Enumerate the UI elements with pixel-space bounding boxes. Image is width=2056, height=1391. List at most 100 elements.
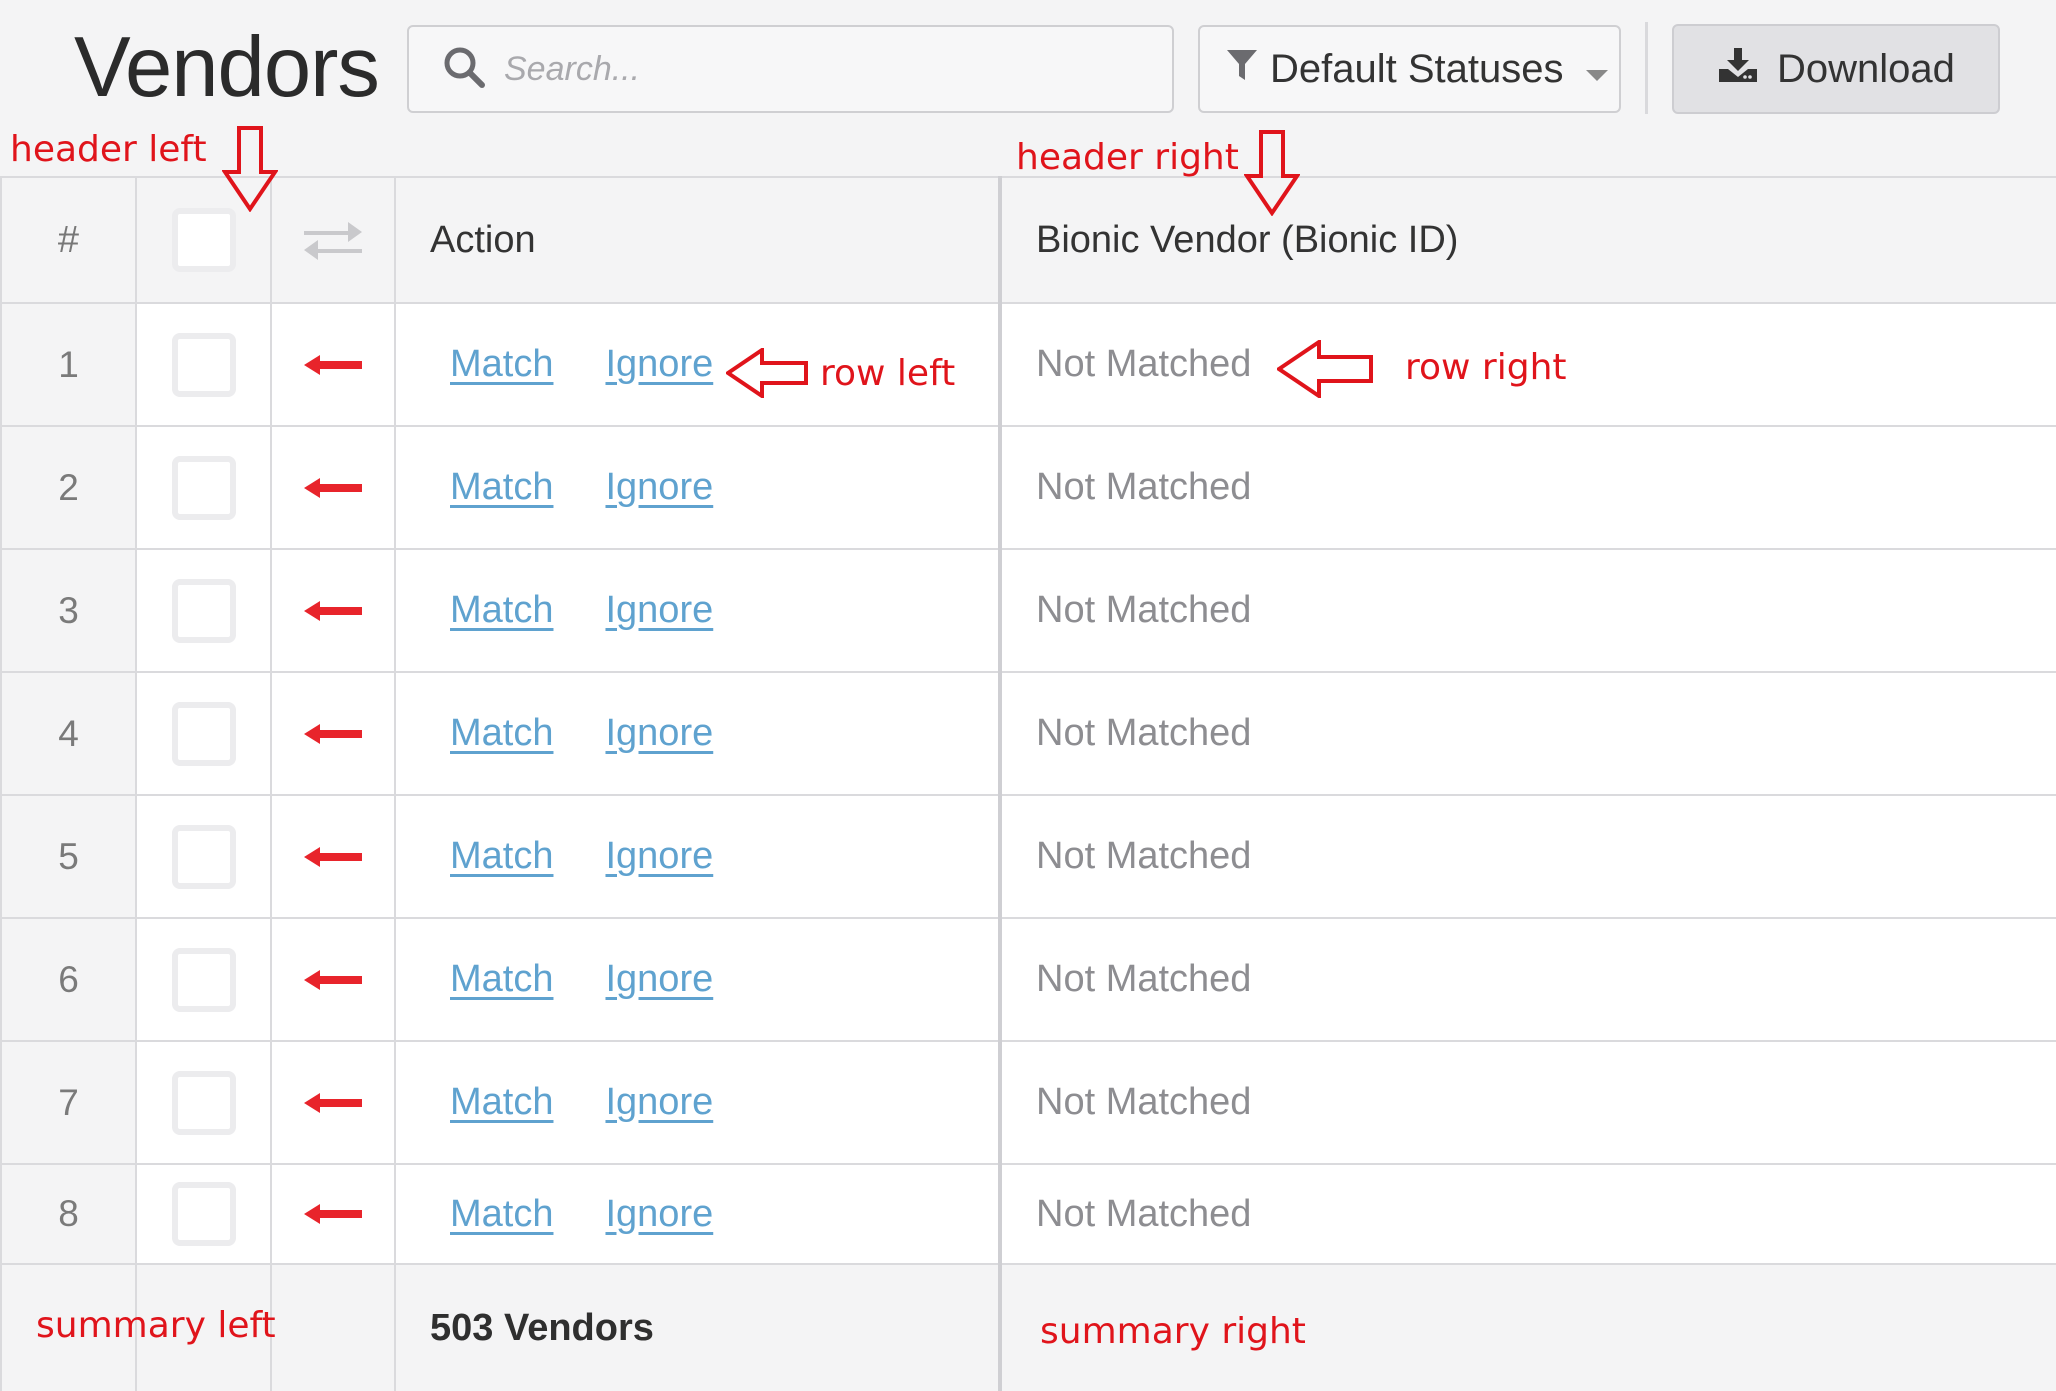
row-number: 2 (0, 425, 137, 550)
table-row[interactable]: 3 Match Ignore Not Matched (0, 548, 2056, 673)
row-direction-cell (270, 917, 396, 1042)
row-number: 3 (0, 548, 137, 673)
row-checkbox-cell (135, 425, 272, 550)
row-number: 6 (0, 917, 137, 1042)
ignore-link[interactable]: Ignore (605, 712, 713, 754)
ignore-link[interactable]: Ignore (605, 466, 713, 508)
swap-arrows-icon[interactable] (272, 218, 394, 262)
row-checkbox-cell (135, 671, 272, 796)
row-checkbox-cell (135, 548, 272, 673)
row-direction-cell (270, 1040, 396, 1165)
match-link[interactable]: Match (450, 1081, 553, 1123)
summary-row: 503 Vendors (0, 1263, 2056, 1391)
row-checkbox-cell (135, 1163, 272, 1265)
row-direction-cell (270, 548, 396, 673)
row-direction-cell (270, 1163, 396, 1265)
row-checkbox[interactable] (171, 701, 236, 766)
vendors-table: # Action Bionic Vendor (Bionic ID) 1 Matc… (0, 176, 2056, 1391)
table-row[interactable]: 7 Match Ignore Not Matched (0, 1040, 2056, 1165)
table-row[interactable]: 5 Match Ignore Not Matched (0, 794, 2056, 919)
row-number: 1 (0, 302, 137, 427)
row-number: 5 (0, 794, 137, 919)
bionic-vendor-status: Not Matched (999, 1163, 2056, 1265)
row-checkbox-cell (135, 1040, 272, 1165)
match-link[interactable]: Match (450, 712, 553, 754)
row-direction-cell (270, 794, 396, 919)
table-row[interactable]: 4 Match Ignore Not Matched (0, 671, 2056, 796)
annotation-header-right: header right (1016, 137, 1239, 178)
left-arrow-icon (272, 968, 394, 992)
row-number: 7 (0, 1040, 137, 1165)
row-checkbox[interactable] (171, 1070, 236, 1135)
match-link[interactable]: Match (450, 466, 553, 508)
ignore-link[interactable]: Ignore (605, 589, 713, 631)
ignore-link[interactable]: Ignore (605, 835, 713, 877)
ignore-link[interactable]: Ignore (605, 958, 713, 1000)
bionic-vendor-status: Not Matched (999, 671, 2056, 796)
annotation-arrow-down-icon (1243, 130, 1301, 221)
status-filter-label: Default Statuses (1270, 46, 1564, 91)
download-icon (1719, 47, 1757, 92)
row-actions: Match Ignore (394, 425, 1002, 550)
download-label: Download (1777, 46, 1955, 91)
row-checkbox[interactable] (171, 332, 236, 397)
row-number: 8 (0, 1163, 137, 1265)
row-checkbox[interactable] (171, 947, 236, 1012)
download-button[interactable]: Download (1672, 24, 2000, 114)
caret-down-icon (1585, 47, 1608, 92)
row-checkbox-cell (135, 794, 272, 919)
match-link[interactable]: Match (450, 1193, 553, 1235)
left-arrow-icon (272, 722, 394, 746)
row-actions: Match Ignore (394, 671, 1002, 796)
row-checkbox-cell (135, 302, 272, 427)
annotation-arrow-left-icon (1275, 338, 1373, 403)
vendor-count: 503 Vendors (394, 1263, 1002, 1391)
table-header-row: # Action Bionic Vendor (Bionic ID) (0, 176, 2056, 304)
table-row[interactable]: 6 Match Ignore Not Matched (0, 917, 2056, 1042)
column-header-action: Action (394, 176, 1002, 304)
match-link[interactable]: Match (450, 589, 553, 631)
bionic-vendor-status: Not Matched (999, 917, 2056, 1042)
row-actions: Match Ignore (394, 794, 1002, 919)
search-icon (442, 45, 486, 94)
bionic-vendor-status: Not Matched (999, 548, 2056, 673)
row-direction-cell (270, 302, 396, 427)
annotation-arrow-down-icon (221, 126, 279, 217)
table-row[interactable]: 2 Match Ignore Not Matched (0, 425, 2056, 550)
status-filter-dropdown[interactable]: Default Statuses (1198, 25, 1621, 113)
row-actions: Match Ignore (394, 1163, 1002, 1265)
column-header-number: # (0, 176, 137, 304)
column-header-bionic-vendor: Bionic Vendor (Bionic ID) (999, 176, 2056, 304)
row-actions: Match Ignore (394, 917, 1002, 1042)
annotation-row-right: row right (1405, 347, 1567, 388)
ignore-link[interactable]: Ignore (605, 1193, 713, 1235)
ignore-link[interactable]: Ignore (605, 1081, 713, 1123)
summary-cell-swap (270, 1263, 396, 1391)
annotation-header-left: header left (10, 129, 207, 170)
row-actions: Match Ignore (394, 1040, 1002, 1165)
match-link[interactable]: Match (450, 343, 553, 385)
annotation-summary-left: summary left (36, 1305, 276, 1346)
page-title: Vendors (74, 20, 380, 115)
row-checkbox[interactable] (171, 455, 236, 520)
row-checkbox[interactable] (171, 578, 236, 643)
left-arrow-icon (272, 353, 394, 377)
search-box[interactable] (407, 25, 1174, 113)
search-input[interactable] (504, 49, 1144, 89)
annotation-summary-right: summary right (1040, 1311, 1306, 1352)
row-direction-cell (270, 671, 396, 796)
left-arrow-icon (272, 599, 394, 623)
bionic-vendor-status: Not Matched (999, 794, 2056, 919)
table-row[interactable]: 1 Match Ignore Not Matched (0, 302, 2056, 427)
row-checkbox[interactable] (171, 824, 236, 889)
left-arrow-icon (272, 1091, 394, 1115)
match-link[interactable]: Match (450, 958, 553, 1000)
table-row[interactable]: 8 Match Ignore Not Matched (0, 1163, 2056, 1265)
ignore-link[interactable]: Ignore (605, 343, 713, 385)
row-checkbox-cell (135, 917, 272, 1042)
match-link[interactable]: Match (450, 835, 553, 877)
select-all-checkbox[interactable] (171, 208, 236, 272)
row-direction-cell (270, 425, 396, 550)
row-checkbox[interactable] (171, 1182, 236, 1246)
row-actions: Match Ignore (394, 548, 1002, 673)
